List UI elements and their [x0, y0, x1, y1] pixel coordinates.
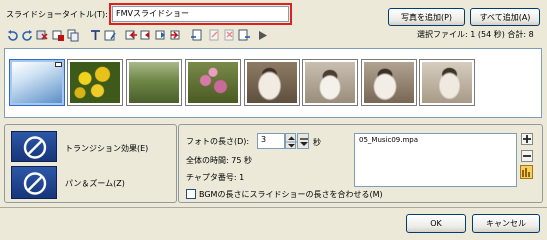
music-info-button[interactable] [520, 165, 533, 179]
photo-length-label: フォトの長さ(D): [186, 137, 250, 146]
thumbnail-cat-1[interactable] [244, 59, 300, 106]
minus-icon [523, 155, 531, 157]
add-photo-button[interactable]: 写真を追加(P) [388, 8, 465, 26]
flip-icon[interactable] [35, 28, 49, 42]
copy-icon[interactable] [66, 28, 80, 42]
transition-label: トランジション効果(E) [65, 144, 149, 153]
pan-zoom-button[interactable] [11, 166, 57, 199]
total-time: 全体の時間: 75 秒 [186, 156, 252, 165]
move-left-icon[interactable] [139, 28, 153, 42]
selected-marker-icon [55, 62, 62, 67]
add-all-button[interactable]: すべて追加(A) [470, 8, 540, 26]
photo-length-unit: 秒 [313, 138, 321, 147]
text-icon[interactable] [88, 28, 102, 42]
delete-icon[interactable] [51, 28, 65, 42]
move-right-icon[interactable] [154, 28, 168, 42]
thumbnail-garden[interactable] [126, 59, 182, 106]
play-icon[interactable] [255, 28, 269, 42]
photo-length-preset-button[interactable] [297, 133, 309, 149]
rotate-left-icon[interactable] [5, 28, 19, 42]
unmark-icon [222, 28, 236, 42]
move-first-icon[interactable] [124, 28, 138, 42]
add-music-button[interactable] [521, 133, 533, 145]
chapter-number: チャプタ番号: 1 [186, 173, 245, 182]
bgm-fit-checkbox[interactable] [186, 189, 196, 199]
music-list[interactable]: 05_Music09.mpa [354, 133, 517, 187]
photo-length-input[interactable]: 3 [257, 133, 285, 149]
mark-icon [207, 28, 221, 42]
thumbnail-cat-3[interactable] [361, 59, 417, 106]
cancel-button[interactable]: キャンセル [472, 214, 540, 233]
move-last-icon[interactable] [169, 28, 183, 42]
ok-button[interactable]: OK [406, 214, 466, 233]
selection-info: 選択ファイル: 1 (54 秒) 合計: 8 [417, 30, 534, 39]
title-input[interactable]: FMVスライドショー [112, 6, 289, 22]
title-label: スライドショータイトル(T): [6, 10, 108, 19]
edit-icon[interactable] [103, 28, 117, 42]
dropdown-icon [300, 138, 308, 146]
thumbnail-sky[interactable] [9, 59, 65, 106]
photo-length-spinner[interactable] [285, 133, 297, 149]
music-item[interactable]: 05_Music09.mpa [359, 136, 512, 144]
rotate-right-icon[interactable] [20, 28, 34, 42]
remove-music-button[interactable] [521, 150, 533, 162]
thumbnail-cat-4[interactable] [419, 59, 475, 106]
pan-zoom-label: パン＆ズーム(Z) [65, 179, 125, 188]
transition-effect-button[interactable] [11, 131, 57, 162]
spinner-arrows-icon [286, 136, 297, 148]
export-icon[interactable] [237, 28, 251, 42]
music-bars-icon [522, 168, 530, 177]
import-icon[interactable] [189, 28, 203, 42]
bgm-fit-label[interactable]: BGMの長さにスライドショーの長さを合わせる(M) [199, 189, 383, 200]
prohibited-icon [23, 172, 47, 195]
thumbnail-pink-flowers[interactable] [185, 59, 241, 106]
thumbnail-cat-2[interactable] [302, 59, 358, 106]
footer-divider [0, 207, 547, 208]
plus-icon [523, 135, 531, 143]
prohibited-icon [23, 136, 47, 159]
thumbnail-yellow-flowers[interactable] [67, 59, 123, 106]
